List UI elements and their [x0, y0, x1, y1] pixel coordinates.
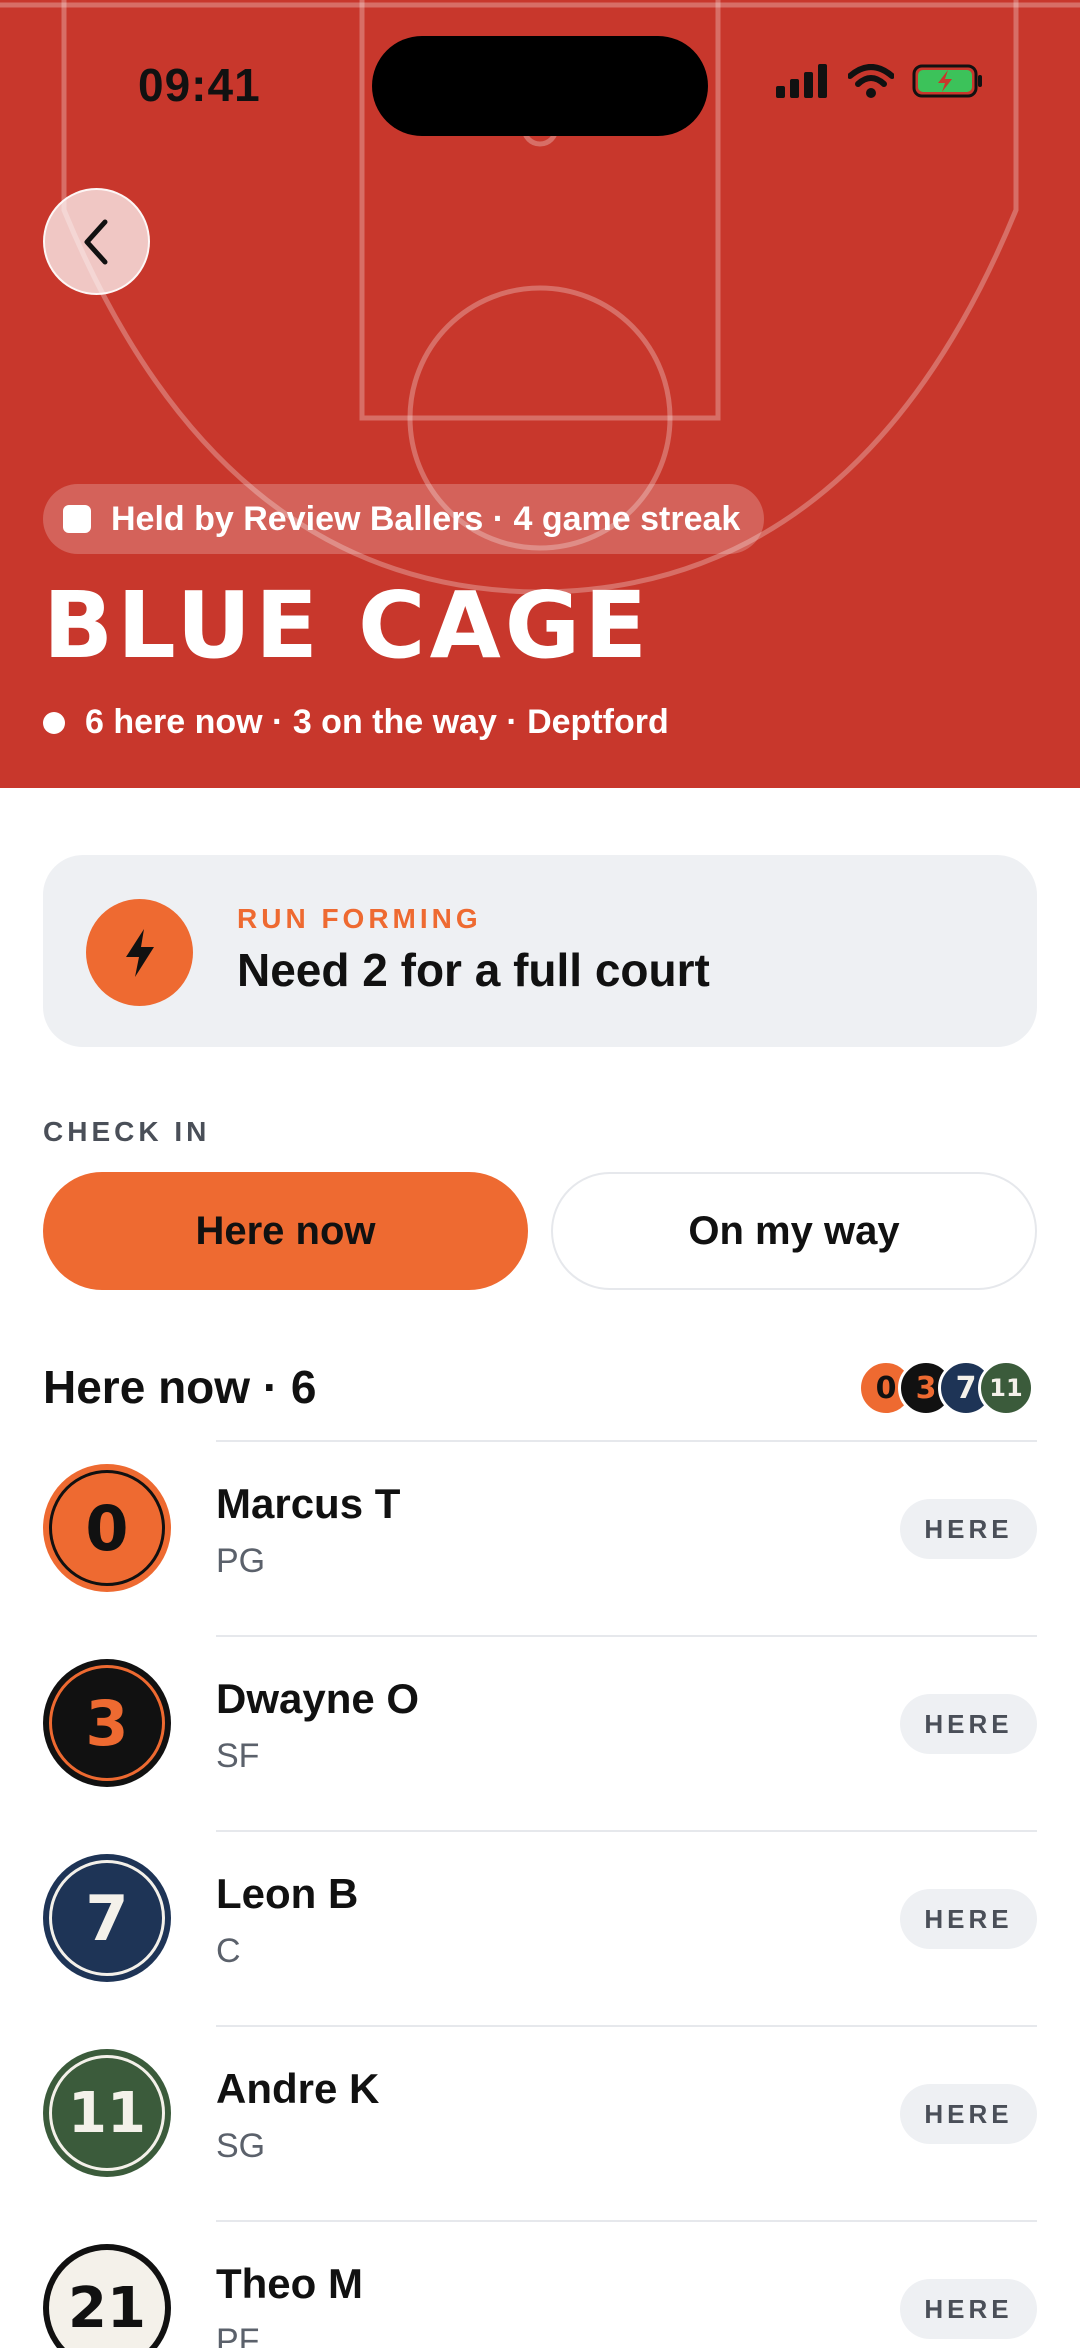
held-by-pill: Held by Review Ballers · 4 game streak	[43, 484, 765, 554]
avatar-stack: 0 3 7 11	[858, 1360, 1034, 1416]
here-now-button[interactable]: Here now	[43, 1172, 528, 1290]
jersey-badge: 21	[43, 2244, 171, 2348]
jersey-badge: 0	[43, 1464, 171, 1592]
player-row[interactable]: 11 Andre K SG HERE	[0, 2027, 1080, 2222]
player-position: C	[216, 1932, 241, 1970]
status-chip: HERE	[900, 1499, 1037, 1559]
player-row[interactable]: 0 Marcus T PG HERE	[0, 1442, 1080, 1637]
jersey-badge: 11	[43, 2049, 171, 2177]
back-button[interactable]	[43, 188, 150, 295]
wifi-icon	[848, 64, 894, 98]
jersey-number: 7	[49, 1860, 165, 1976]
court-hero: 09:41 Held by Review Ballers · 4 game st…	[0, 0, 1080, 788]
jersey-badge: 7	[43, 1854, 171, 1982]
player-position: PG	[216, 1542, 266, 1580]
status-chip: HERE	[900, 1889, 1037, 1949]
player-position: PF	[216, 2322, 260, 2348]
presence-text: 6 here now · 3 on the way · Deptford	[85, 703, 669, 741]
status-icons	[776, 64, 984, 98]
status-chip: HERE	[900, 2084, 1037, 2144]
player-row[interactable]: 3 Dwayne O SF HERE	[0, 1637, 1080, 1832]
held-by-text: Held by Review Ballers · 4 game streak	[111, 499, 741, 538]
jersey-badge: 3	[43, 1659, 171, 1787]
dynamic-island	[372, 36, 708, 136]
run-forming-card: RUN FORMING Need 2 for a full court	[43, 855, 1037, 1047]
player-name: Dwayne O	[216, 1675, 420, 1722]
player-name: Leon B	[216, 1870, 359, 1917]
check-in-label: CHECK IN	[43, 1116, 211, 1147]
mini-avatar: 11	[978, 1360, 1034, 1416]
status-time: 09:41	[138, 59, 261, 111]
jersey-number: 21	[49, 2250, 165, 2348]
player-row[interactable]: 21 Theo M PF HERE	[0, 2222, 1080, 2348]
player-name: Andre K	[216, 2065, 380, 2112]
live-dot-icon	[43, 711, 65, 734]
run-title: Need 2 for a full court	[237, 944, 710, 996]
here-now-heading: Here now · 6	[43, 1361, 317, 1413]
player-position: SF	[216, 1737, 260, 1775]
court-title: BLUE CAGE	[43, 572, 652, 679]
battery-charging-icon	[912, 64, 982, 98]
player-position: SG	[216, 2127, 266, 2165]
status-chip: HERE	[900, 2279, 1037, 2339]
player-name: Theo M	[216, 2260, 363, 2307]
jersey-number: 11	[49, 2055, 165, 2171]
jersey-number: 3	[49, 1665, 165, 1781]
run-kicker: RUN FORMING	[237, 903, 482, 934]
chevron-left-icon	[84, 219, 107, 264]
on-my-way-button[interactable]: On my way	[551, 1172, 1037, 1290]
status-chip: HERE	[900, 1694, 1037, 1754]
cellular-signal-icon	[776, 64, 827, 98]
player-row[interactable]: 7 Leon B C HERE	[0, 1832, 1080, 2027]
jersey-number: 0	[49, 1470, 165, 1586]
player-name: Marcus T	[216, 1480, 401, 1527]
team-square-icon	[63, 505, 91, 533]
presence-summary: 6 here now · 3 on the way · Deptford	[43, 703, 669, 742]
bolt-icon	[86, 899, 193, 1006]
